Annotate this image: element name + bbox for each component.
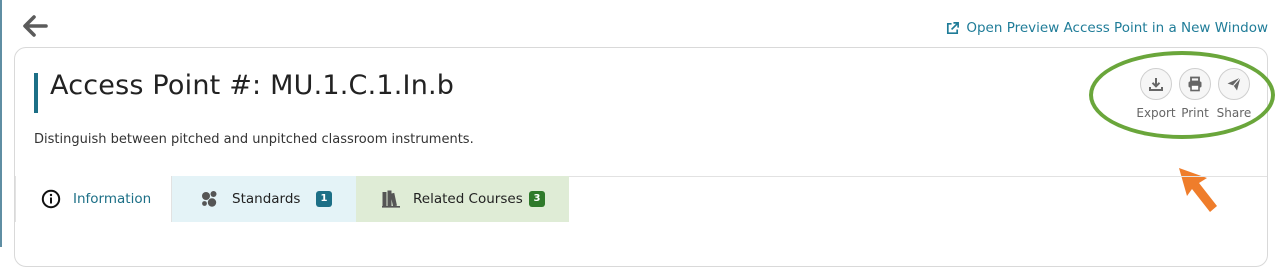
books-icon — [382, 190, 400, 208]
standards-cluster-icon — [202, 191, 217, 207]
info-circle-icon — [41, 189, 61, 209]
external-link-icon — [947, 21, 960, 34]
page-title: Access Point #: MU.1.C.1.In.b — [50, 70, 455, 101]
download-icon — [1149, 78, 1163, 91]
tab-standards[interactable]: Standards 1 — [172, 176, 356, 222]
tab-information-label: Information — [73, 191, 152, 207]
share-label: Share — [1216, 106, 1252, 120]
access-point-description: Distinguish between pitched and unpitche… — [34, 132, 474, 147]
related-courses-count-badge: 3 — [529, 191, 545, 207]
tab-related-courses-label: Related Courses — [413, 191, 523, 207]
tab-information[interactable]: Information — [15, 176, 172, 222]
printer-icon — [1188, 76, 1202, 92]
arrow-left-icon — [23, 15, 48, 37]
paper-plane-icon — [1227, 77, 1241, 91]
open-preview-label: Open Preview Access Point in a New Windo… — [966, 20, 1268, 36]
title-accent-bar — [34, 73, 38, 113]
print-button[interactable]: Print — [1175, 68, 1215, 120]
open-preview-link[interactable]: Open Preview Access Point in a New Windo… — [945, 18, 1268, 38]
share-button[interactable]: Share — [1214, 68, 1254, 120]
tab-bar: Information Standards 1 Related Courses … — [15, 176, 569, 222]
export-button[interactable]: Export — [1136, 68, 1176, 120]
left-edge-rule — [0, 0, 2, 247]
standards-count-badge: 1 — [316, 191, 332, 207]
tab-standards-label: Standards — [232, 191, 301, 207]
back-button[interactable] — [20, 12, 50, 40]
access-point-card: Access Point #: MU.1.C.1.In.b Distinguis… — [14, 47, 1275, 267]
print-label: Print — [1181, 106, 1209, 120]
export-label: Export — [1136, 106, 1176, 120]
tab-related-courses[interactable]: Related Courses 3 — [356, 176, 569, 222]
annotation-pointer-arrow-icon — [1179, 168, 1217, 212]
